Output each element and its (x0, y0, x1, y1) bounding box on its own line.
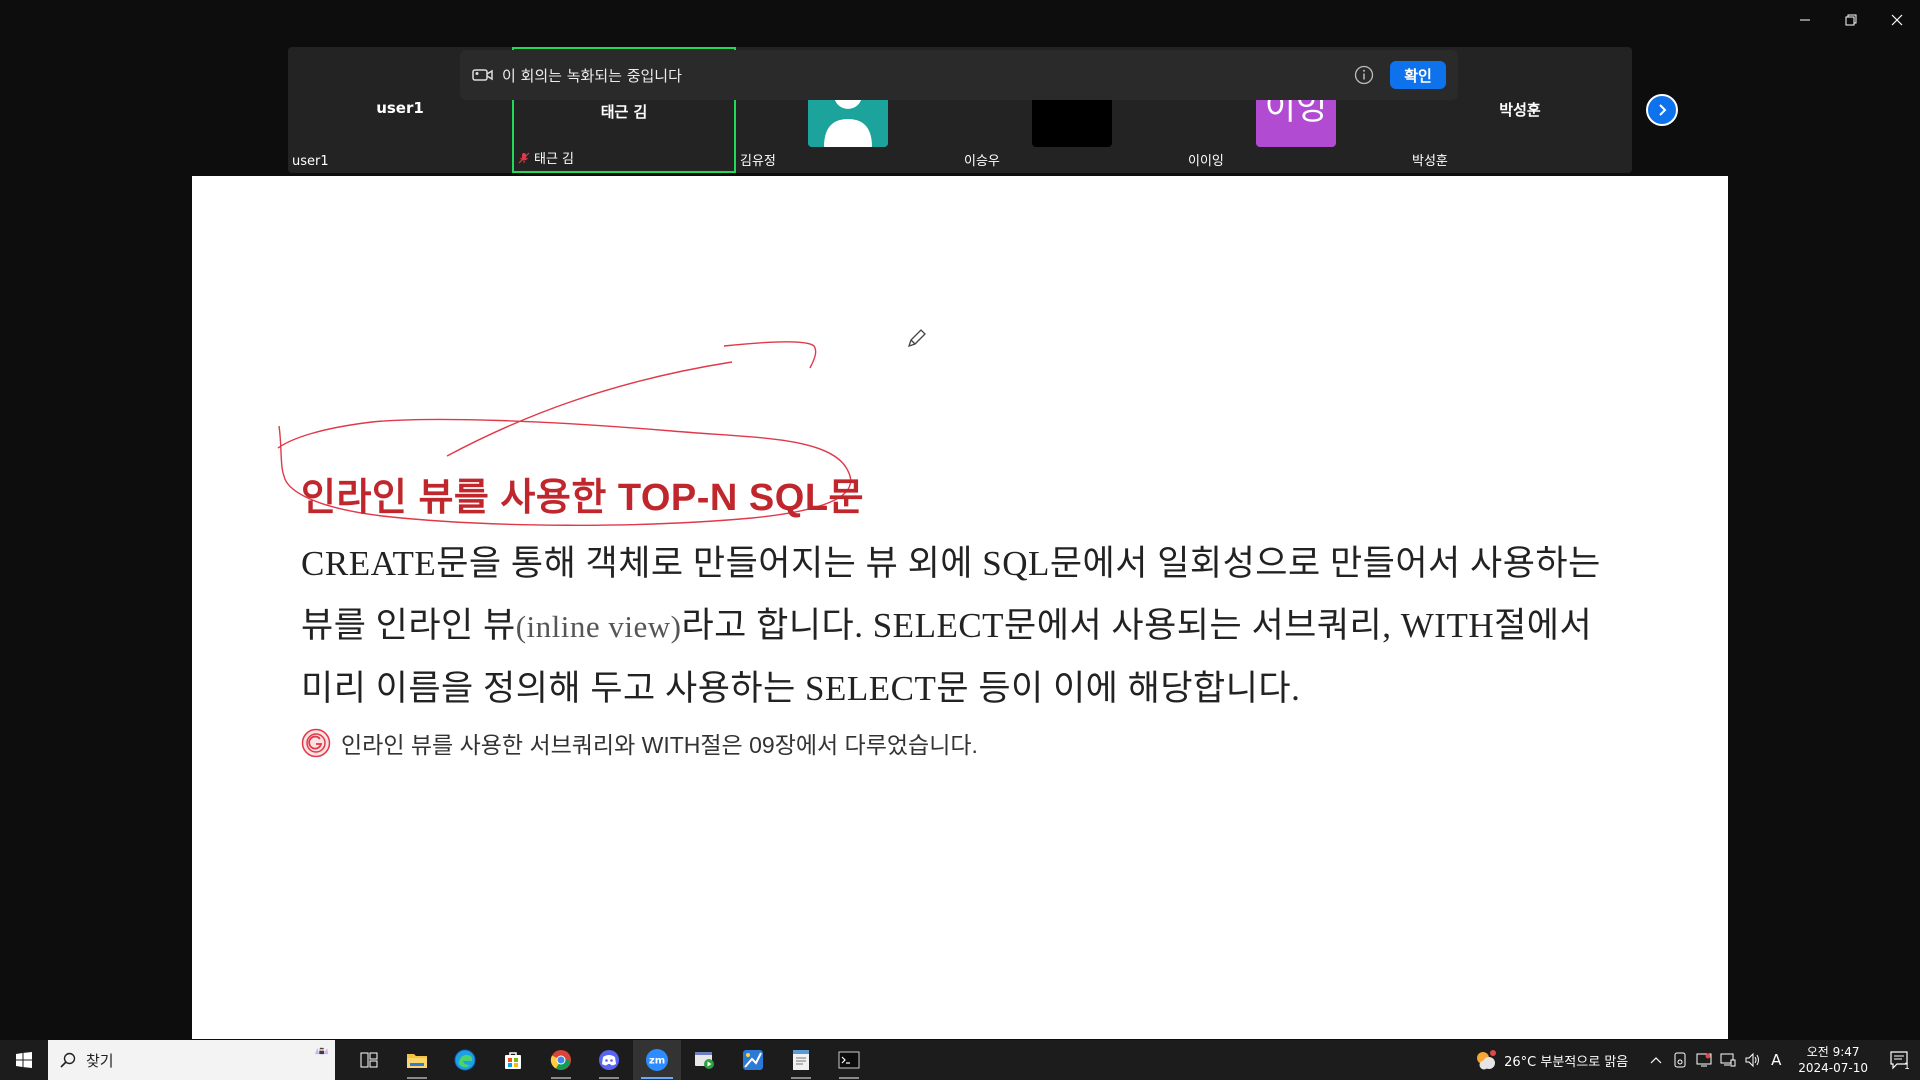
store-bag-icon (505, 1052, 521, 1069)
participant-name: user1 (376, 99, 424, 117)
search-label: 찾기 (86, 1051, 114, 1070)
confirm-button[interactable]: 확인 (1390, 61, 1446, 89)
participant-name: 태근 김 (600, 103, 648, 121)
image-editor-icon (743, 1050, 763, 1070)
weather-widget[interactable]: 26°C 부분적으로 맑음 (1474, 1049, 1628, 1071)
avatar (808, 81, 888, 147)
task-view-icon (360, 1052, 378, 1068)
taskbar-search[interactable]: 찾기 (48, 1040, 335, 1080)
notepad-app-button[interactable] (777, 1040, 825, 1080)
pen-cursor-icon (907, 329, 926, 348)
chrome-icon (550, 1050, 571, 1070)
slide-body-text: 라고 합니다. SELECT문에서 사용되는 서브쿼리, WITH절에서 (681, 606, 1593, 645)
terminal-button[interactable] (825, 1040, 873, 1080)
notification-center-button[interactable]: 1 (1880, 1040, 1920, 1080)
slide-note-text: 인라인 뷰를 사용한 서브쿼리와 WITH절은 09장에서 다루었습니다. (341, 732, 978, 758)
close-icon (1891, 14, 1903, 26)
discord-icon (599, 1050, 619, 1070)
chevron-up-icon (1650, 1057, 1662, 1064)
slide-body-text: 뷰를 인라인 뷰 (301, 606, 516, 645)
person-icon (808, 81, 888, 147)
shared-screen: 인라인 뷰를 사용한 TOP-N SQL문 CREATE문을 통해 객체로 만들… (192, 176, 1728, 1039)
taskbar: 찾기 zm 26°C 부분적으로 맑음 A 오전 9:47 2024-07-10… (0, 1040, 1920, 1080)
clock-time: 오전 9:47 (1806, 1045, 1860, 1059)
restore-button[interactable] (1828, 0, 1874, 40)
partly-sunny-icon (1477, 1050, 1497, 1070)
slide-body: CREATE문을 통해 객체로 만들어지는 뷰 외에 SQL문에서 일회성으로 … (301, 533, 1611, 720)
slide-body-line: 뷰를 인라인 뷰(inline view)라고 합니다. SELECT문에서 사… (301, 595, 1611, 658)
folder-icon (407, 1054, 427, 1068)
participant-label: 이이잉 (1188, 154, 1224, 169)
avatar (1032, 97, 1112, 147)
avatar: 이잉 (1256, 97, 1336, 147)
restore-icon (1845, 14, 1857, 26)
discord-button[interactable] (585, 1040, 633, 1080)
participant-label: 김유정 (740, 154, 776, 169)
recording-notice: 이 회의는 녹화되는 중입니다 확인 (460, 50, 1458, 100)
system-tray: 26°C 부분적으로 맑음 A 오전 9:47 2024-07-10 1 (1474, 1040, 1920, 1080)
microsoft-store-button[interactable] (489, 1040, 537, 1080)
chevron-right-icon (1659, 104, 1667, 116)
weather-text: 26°C 부분적으로 맑음 (1504, 1054, 1629, 1070)
slide-body-line: 미리 이름을 정의해 두고 사용하는 SELECT문 등이 이에 해당합니다. (301, 669, 1301, 708)
windows-icon (16, 1052, 32, 1068)
media-player-icon (695, 1052, 714, 1069)
edge-button[interactable] (441, 1040, 489, 1080)
recording-camera-icon (472, 69, 493, 81)
display-settings-icon (1696, 1053, 1712, 1067)
mic-muted-icon (518, 152, 530, 164)
slide-title: 인라인 뷰를 사용한 TOP-N SQL문 (301, 477, 865, 519)
slide-body-english-term: (inline view) (515, 609, 682, 644)
terminal-icon (838, 1051, 860, 1069)
participant-label: 박성훈 (1412, 154, 1448, 169)
device-icon (1674, 1052, 1686, 1068)
next-page-button[interactable] (1646, 94, 1678, 126)
network-icon (1720, 1053, 1736, 1067)
svg-text:zm: zm (649, 1056, 665, 1067)
recording-notice-text: 이 회의는 녹화되는 중입니다 (502, 66, 682, 85)
notification-count: 1 (1904, 1062, 1910, 1070)
chrome-button[interactable] (537, 1040, 585, 1080)
notification-icon: 1 (1890, 1051, 1910, 1070)
window-controls (1782, 0, 1920, 40)
taskbar-apps: zm (345, 1040, 873, 1080)
edge-browser-icon (454, 1049, 476, 1071)
network-button[interactable] (1716, 1040, 1740, 1080)
participant-label-row: 태근 김 (518, 148, 574, 167)
slide-body-line: CREATE문을 통해 객체로 만들어지는 뷰 외에 SQL문에서 일회성으로 … (301, 544, 1601, 583)
avatar-initials: 이잉 (1264, 97, 1328, 128)
input-method-label: A (1771, 1051, 1782, 1069)
clock[interactable]: 오전 9:47 2024-07-10 (1798, 1044, 1868, 1076)
tray-app-button[interactable] (1668, 1040, 1692, 1080)
input-method-button[interactable]: A (1764, 1040, 1788, 1080)
participant-label: 태근 김 (534, 152, 575, 167)
task-view-button[interactable] (345, 1040, 393, 1080)
clock-date: 2024-07-10 (1798, 1061, 1868, 1075)
close-button[interactable] (1874, 0, 1920, 40)
tray-app-button[interactable] (1692, 1040, 1716, 1080)
participant-name: 박성훈 (1499, 101, 1541, 119)
info-icon[interactable] (1354, 65, 1374, 85)
participant-label: 이승우 (964, 154, 1000, 169)
note-badge-icon (301, 728, 331, 758)
media-app-button[interactable] (681, 1040, 729, 1080)
file-explorer-button[interactable] (393, 1040, 441, 1080)
start-button[interactable] (0, 1040, 48, 1080)
participant-label: user1 (292, 154, 329, 169)
photo-editor-button[interactable] (729, 1040, 777, 1080)
slide-note: 인라인 뷰를 사용한 서브쿼리와 WITH절은 09장에서 다루었습니다. (301, 726, 978, 760)
speaker-icon (1745, 1052, 1760, 1068)
search-highlight-illustration-icon (314, 1046, 329, 1055)
notepad-icon (793, 1050, 809, 1070)
zoom-button[interactable]: zm (633, 1040, 681, 1080)
volume-button[interactable] (1740, 1040, 1764, 1080)
search-icon (60, 1052, 76, 1068)
zoom-icon: zm (646, 1049, 668, 1071)
show-hidden-icons-button[interactable] (1644, 1040, 1668, 1080)
minimize-icon (1800, 19, 1810, 21)
minimize-button[interactable] (1782, 0, 1828, 40)
